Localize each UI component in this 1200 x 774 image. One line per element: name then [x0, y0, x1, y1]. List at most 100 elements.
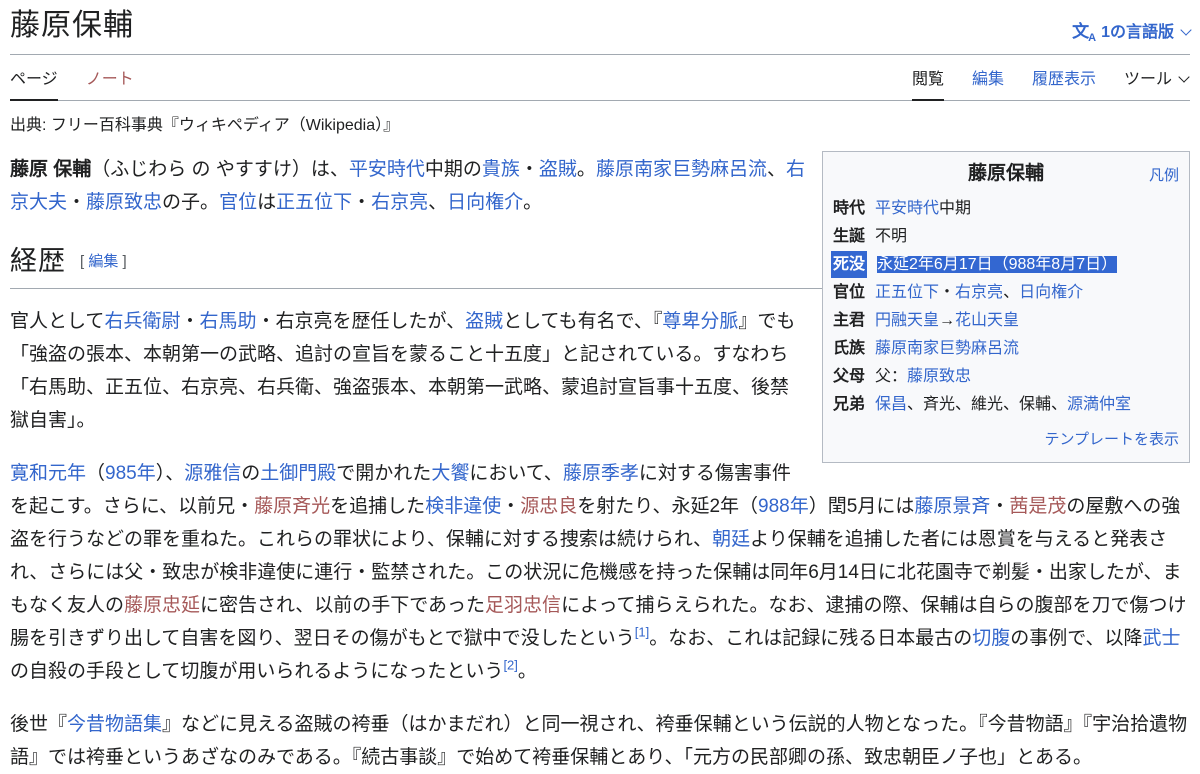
- article-content: 出典: フリー百科事典『ウィキペディア（Wikipedia）』 藤原保輔 凡例 …: [10, 115, 1190, 774]
- text-run: 中期の: [425, 159, 482, 180]
- wiki-link[interactable]: 藤原致忠: [907, 368, 971, 385]
- text-run: ・: [501, 496, 520, 517]
- text-run: →: [939, 312, 955, 329]
- wiki-link[interactable]: 官位: [219, 192, 257, 213]
- wiki-link[interactable]: 平安時代: [349, 159, 425, 180]
- wiki-link[interactable]: 藤原南家巨勢麻呂流: [875, 340, 1019, 357]
- infobox-row: 氏族藤原南家巨勢麻呂流: [833, 335, 1179, 362]
- wiki-link[interactable]: 985年: [105, 463, 156, 484]
- infobox-legend-link[interactable]: 凡例: [1149, 162, 1179, 189]
- text-run: 官人として: [10, 311, 104, 332]
- view-tabs: 閲覧 編集 履歴表示 ツール: [912, 55, 1190, 100]
- wiki-link[interactable]: 右兵衛尉: [104, 311, 180, 332]
- edit-section-link[interactable]: 編集: [88, 253, 118, 270]
- tab-talk[interactable]: ノート: [86, 55, 134, 100]
- wiki-link[interactable]: 貴族: [482, 159, 520, 180]
- text-run: 、斉光、維光、保輔、: [907, 396, 1067, 413]
- wiki-link[interactable]: 右馬助: [199, 311, 256, 332]
- tab-edit[interactable]: 編集: [972, 55, 1004, 100]
- infobox-row-label: 主君: [833, 307, 865, 334]
- wiki-link[interactable]: 大饗: [431, 463, 469, 484]
- ref-link[interactable]: [1]: [635, 624, 649, 639]
- page-title: 藤原保輔: [10, 7, 134, 45]
- wiki-link[interactable]: 円融天皇: [875, 312, 939, 329]
- wiki-link[interactable]: 右京亮: [955, 284, 1003, 301]
- wiki-link[interactable]: 源雅信: [184, 463, 241, 484]
- infobox-row-label: 生誕: [833, 223, 865, 250]
- tab-page[interactable]: ページ: [10, 55, 58, 100]
- text-run: ・: [939, 284, 955, 301]
- wiki-link[interactable]: 藤原致忠: [86, 192, 162, 213]
- wiki-link[interactable]: 保昌: [875, 396, 907, 413]
- ref-link[interactable]: [2]: [503, 657, 517, 672]
- text-run: の子。: [162, 192, 219, 213]
- text-run: 。なお、これは記録に残る日本最古の: [649, 628, 972, 649]
- text-run: ・: [67, 192, 86, 213]
- tab-tools[interactable]: ツール: [1124, 55, 1188, 100]
- infobox-row-value: 藤原南家巨勢麻呂流: [875, 335, 1179, 362]
- wiki-link[interactable]: 日向権介: [1019, 284, 1083, 301]
- infobox-row: 主君円融天皇→花山天皇: [833, 307, 1179, 334]
- text-run: の自殺の手段として切腹が用いられるようになったという: [10, 661, 503, 682]
- wiki-link[interactable]: 平安時代: [875, 200, 939, 217]
- text-run: 。: [518, 661, 537, 682]
- wiki-link[interactable]: 右京亮: [371, 192, 428, 213]
- wiki-link[interactable]: 藤原南家: [596, 159, 672, 180]
- infobox-row-value: 父：藤原致忠: [875, 363, 1179, 390]
- infobox-row-value: 不明: [875, 223, 1179, 250]
- wiki-link[interactable]: 巨勢麻呂流: [672, 159, 767, 180]
- infobox-row: 死没永延2年6月17日（988年8月7日）: [833, 251, 1179, 278]
- wiki-link[interactable]: 花山天皇: [955, 312, 1019, 329]
- wiki-link[interactable]: 藤原景斉: [914, 496, 990, 517]
- wiki-link[interactable]: 盗賊: [465, 311, 503, 332]
- red-link[interactable]: 藤原斉光: [254, 496, 330, 517]
- wiki-link[interactable]: 検非違使: [425, 496, 501, 517]
- text-run: 、: [1003, 284, 1019, 301]
- wiki-link[interactable]: 盗賊: [539, 159, 577, 180]
- text-run: において、: [469, 463, 562, 484]
- text-run: 。: [577, 159, 596, 180]
- red-link[interactable]: 源忠良: [520, 496, 577, 517]
- infobox-template-link[interactable]: テンプレートを表示: [833, 426, 1179, 453]
- wiki-link[interactable]: 正五位下: [875, 284, 939, 301]
- red-link[interactable]: 茜是茂: [1009, 496, 1066, 517]
- wiki-link[interactable]: 今昔物語集: [67, 714, 162, 735]
- wiki-link[interactable]: 切腹: [972, 628, 1010, 649]
- infobox-row-label: 兄弟: [833, 391, 865, 418]
- wikipedia-page: 藤原保輔 文A1の言語版 ページ ノート 閲覧 編集 履歴表示 ツール 出典: …: [0, 0, 1200, 774]
- article-tabs: ページ ノート 閲覧 編集 履歴表示 ツール: [10, 55, 1190, 101]
- text-run: を追捕した: [330, 496, 425, 517]
- title-row: 藤原保輔 文A1の言語版: [10, 0, 1190, 55]
- language-selector-button[interactable]: 文A1の言語版: [1072, 17, 1190, 44]
- infobox-title: 藤原保輔 凡例: [833, 157, 1179, 194]
- text-run: ・右京亮を歴任したが、: [256, 311, 465, 332]
- text-run: ）閏5月には: [809, 496, 915, 517]
- wiki-link[interactable]: 源満仲室: [1067, 396, 1131, 413]
- text-run: で開かれた: [336, 463, 431, 484]
- infobox-row-label: 氏族: [833, 335, 865, 362]
- wiki-link[interactable]: 朝廷: [712, 529, 750, 550]
- wiki-link[interactable]: 土御門殿: [260, 463, 336, 484]
- infobox-row: 時代平安時代中期: [833, 195, 1179, 222]
- text-run: としても有名で、『: [503, 311, 662, 332]
- infobox-row-value: 永延2年6月17日（988年8月7日）: [877, 251, 1179, 278]
- red-link[interactable]: 藤原忠延: [124, 595, 200, 616]
- text-run: （ふじわら の やすすけ）は、: [91, 159, 349, 180]
- text-run: 』などに見える盗賊の袴垂（はかまだれ）と同一視され、袴垂保輔という伝説的人物とな…: [10, 714, 1187, 768]
- wiki-link[interactable]: 尊卑分脈: [662, 311, 738, 332]
- tab-read[interactable]: 閲覧: [912, 55, 944, 100]
- edit-section: [ 編集 ]: [80, 253, 127, 270]
- red-link[interactable]: 足羽忠信: [485, 595, 561, 616]
- infobox-row-label: 時代: [833, 195, 865, 222]
- text-run: ・: [520, 159, 539, 180]
- tab-history[interactable]: 履歴表示: [1032, 55, 1096, 100]
- wiki-link[interactable]: 寛和元年: [10, 463, 86, 484]
- wiki-link[interactable]: 日向権介: [447, 192, 523, 213]
- wiki-link[interactable]: 正五位下: [276, 192, 352, 213]
- wiki-link[interactable]: 武士: [1142, 628, 1180, 649]
- text-run: は: [257, 192, 276, 213]
- text-run: 中期: [939, 200, 971, 217]
- wiki-link[interactable]: 988年: [758, 496, 809, 517]
- language-count-label: 1の言語版: [1101, 24, 1174, 41]
- wiki-link[interactable]: 藤原季孝: [563, 463, 639, 484]
